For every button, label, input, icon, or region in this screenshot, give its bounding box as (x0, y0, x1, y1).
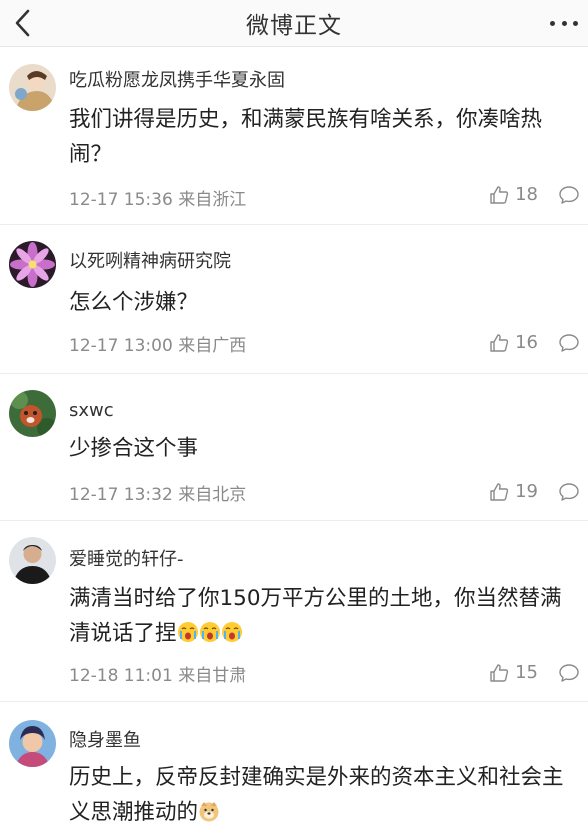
comment-item: sxwc 少掺合这个事 12-17 13:32 来自北京 19 (0, 374, 588, 521)
avatar[interactable] (9, 537, 56, 584)
like-button[interactable]: 15 (489, 662, 538, 683)
username[interactable]: sxwc (69, 400, 114, 421)
comment-text: 历史上，反帝反封建确实是外来的资本主义和社会主义思潮推动的 (69, 760, 581, 830)
thumbs-up-icon (490, 185, 509, 204)
like-count: 16 (515, 332, 538, 353)
username[interactable]: 吃瓜粉愿龙凤携手华夏永固 (69, 66, 285, 92)
comment-reply-icon[interactable] (558, 663, 580, 683)
thumbs-up-icon (490, 663, 509, 682)
back-icon[interactable] (10, 8, 38, 38)
like-count: 18 (515, 184, 538, 205)
comment-meta: 12-17 15:36 来自浙江 (69, 190, 247, 210)
comment-reply-icon[interactable] (558, 185, 580, 205)
comment-text-body: 历史上，反帝反封建确实是外来的资本主义和社会主义思潮推动的 (69, 765, 564, 825)
like-button[interactable]: 19 (489, 481, 538, 502)
top-bar: 微博正文 (0, 0, 588, 47)
comment-reply-icon[interactable] (558, 333, 580, 353)
crying-emoji-icon (177, 622, 198, 642)
avatar[interactable] (9, 720, 56, 767)
more-options-icon[interactable] (550, 18, 578, 28)
like-count: 15 (515, 662, 538, 683)
comment-text: 满清当时给了你150万平方公里的土地，你当然替满清说话了捏 (69, 581, 581, 651)
avatar[interactable] (9, 390, 56, 437)
avatar[interactable] (9, 241, 56, 288)
comment-text: 少掺合这个事 (69, 436, 199, 461)
page-title: 微博正文 (246, 13, 342, 39)
comment-item: 隐身墨鱼 历史上，反帝反封建确实是外来的资本主义和社会主义思潮推动的 (0, 702, 588, 840)
comment-item: 以死咧精神病研究院 怎么个涉嫌？ 12-17 13:00 来自广西 16 (0, 225, 588, 374)
comment-item: 吃瓜粉愿龙凤携手华夏永固 我们讲得是历史，和满蒙民族有啥关系，你凑啥热闹？ 12… (0, 54, 588, 225)
username[interactable]: 隐身墨鱼 (69, 726, 141, 752)
crying-emoji-icon (199, 622, 220, 642)
like-button[interactable]: 18 (489, 184, 538, 205)
comment-meta: 12-17 13:00 来自广西 (69, 336, 247, 356)
comment-text-body: 满清当时给了你150万平方公里的土地，你当然替满清说话了捏 (69, 586, 562, 646)
username[interactable]: 以死咧精神病研究院 (69, 247, 231, 273)
doge-emoji-icon (199, 802, 219, 822)
username[interactable]: 爱睡觉的轩仔- (69, 545, 184, 571)
comment-text: 我们讲得是历史，和满蒙民族有啥关系，你凑啥热闹？ (69, 107, 543, 167)
comment-meta: 12-18 11:01 来自甘肃 (69, 666, 247, 686)
comment-reply-icon[interactable] (558, 482, 580, 502)
like-count: 19 (515, 481, 538, 502)
crying-emoji-icon (221, 622, 242, 642)
comment-meta: 12-17 13:32 来自北京 (69, 485, 247, 505)
comment-text: 怎么个涉嫌？ (69, 290, 199, 315)
like-button[interactable]: 16 (489, 332, 538, 353)
thumbs-up-icon (490, 482, 509, 501)
thumbs-up-icon (490, 333, 509, 352)
avatar[interactable] (9, 64, 56, 111)
comment-item: 爱睡觉的轩仔- 满清当时给了你150万平方公里的土地，你当然替满清说话了捏 12… (0, 521, 588, 702)
